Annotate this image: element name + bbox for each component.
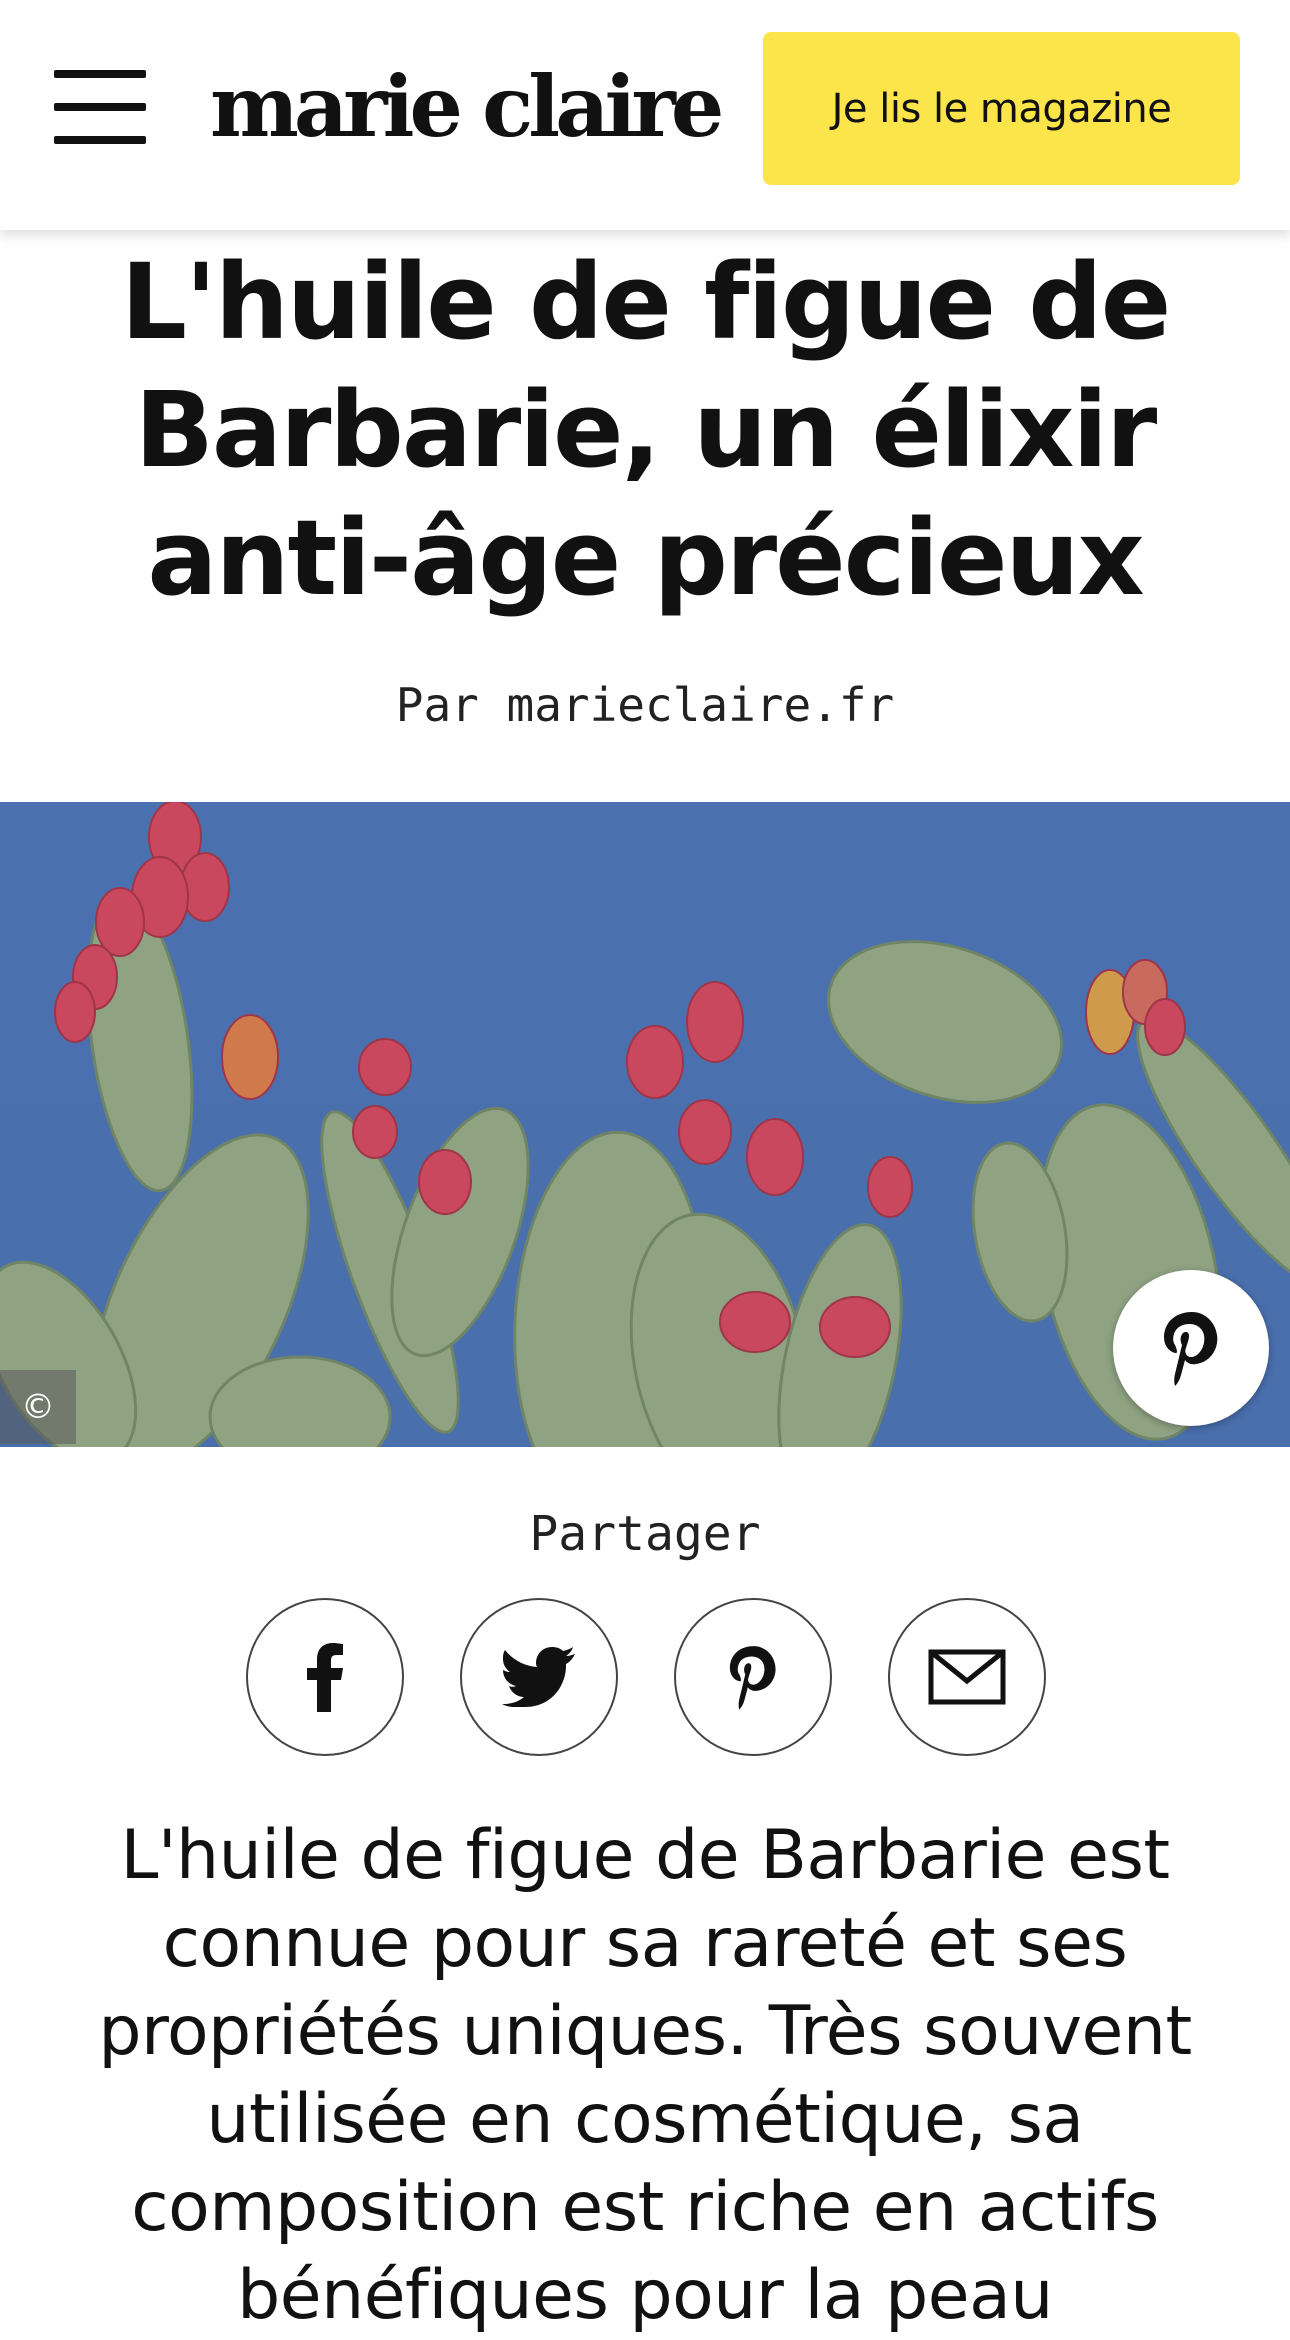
facebook-icon — [307, 1643, 343, 1712]
pinterest-share-button[interactable] — [674, 1598, 832, 1756]
read-magazine-button[interactable]: Je lis le magazine — [763, 32, 1240, 185]
article-byline: Par marieclaire.fr — [395, 678, 895, 732]
pinterest-icon — [729, 1646, 776, 1710]
email-share-button[interactable] — [888, 1598, 1046, 1756]
twitter-icon — [502, 1647, 575, 1707]
twitter-share-button[interactable] — [460, 1598, 618, 1756]
marie-claire-logo[interactable]: marie claire — [210, 52, 750, 162]
article-intro: L'huile de figue de Barbarie est connue … — [98, 1816, 1192, 2335]
pinterest-save-button[interactable] — [1113, 1270, 1269, 1426]
pinterest-icon — [1164, 1312, 1218, 1386]
article-title: L'huile de figue de Barbarie, un élixir … — [120, 241, 1172, 619]
copyright-icon[interactable]: © — [0, 1370, 76, 1444]
share-label: Partager — [529, 1506, 761, 1562]
hero-image — [0, 802, 1290, 1447]
prickly-pear-cactus-image — [0, 802, 1290, 1447]
email-icon — [928, 1649, 1006, 1705]
facebook-share-button[interactable] — [246, 1598, 404, 1756]
site-header: marie claire Je lis le magazine — [0, 0, 1290, 230]
hamburger-menu-icon[interactable] — [50, 66, 150, 148]
